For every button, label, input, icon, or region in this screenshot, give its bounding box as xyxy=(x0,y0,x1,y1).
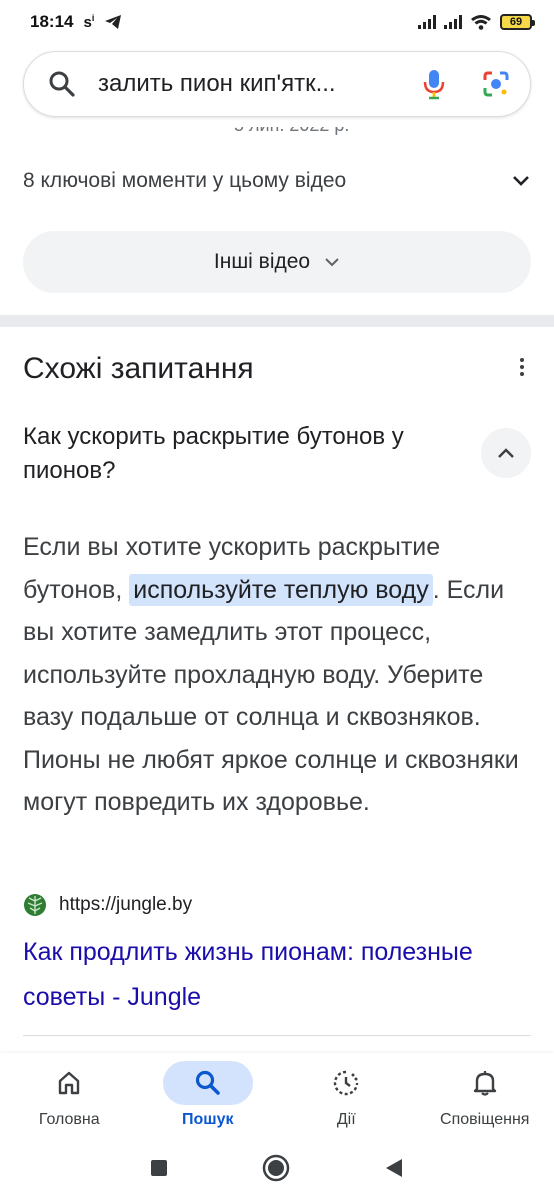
bell-icon xyxy=(473,1071,496,1096)
home-button-icon[interactable] xyxy=(262,1154,290,1182)
sim-icon: si xyxy=(83,13,95,31)
scrolled-date: 5 лип. 2022 р. xyxy=(0,127,554,137)
jungle-leaf-icon xyxy=(24,894,46,916)
search-icon xyxy=(195,1070,220,1095)
more-options-icon[interactable] xyxy=(515,356,529,378)
related-questions-title: Схожі запитання xyxy=(23,352,254,385)
divider xyxy=(23,1035,531,1036)
status-time: 18:14 xyxy=(30,12,74,31)
source-url: https://jungle.by xyxy=(59,894,193,915)
collapse-button[interactable] xyxy=(481,428,531,478)
signal-icon-2 xyxy=(444,15,462,29)
battery-level: 69 xyxy=(509,16,523,28)
section-divider xyxy=(0,315,554,327)
question-text[interactable]: Как ускорить раскрытие бутонов у пионов? xyxy=(23,420,423,488)
nav-activity[interactable]: Дії xyxy=(277,1053,416,1135)
mic-icon[interactable] xyxy=(422,68,446,100)
nav-home-label: Головна xyxy=(38,1111,100,1128)
answer-text: Если вы хотите ускорить раскрытие бутоно… xyxy=(23,526,535,824)
wifi-icon xyxy=(471,15,491,30)
signal-icon xyxy=(418,15,436,29)
back-icon[interactable] xyxy=(384,1157,404,1179)
lens-icon[interactable] xyxy=(482,70,510,98)
chevron-up-icon xyxy=(498,448,514,458)
source-row[interactable]: https://jungle.by xyxy=(23,893,192,917)
chevron-down-icon xyxy=(513,176,529,186)
more-videos-button[interactable]: Інші відео xyxy=(23,231,531,293)
telegram-icon xyxy=(105,15,122,29)
home-icon xyxy=(59,1071,80,1095)
battery-icon: 69 xyxy=(500,14,535,30)
more-videos-label: Інші відео xyxy=(213,250,311,273)
system-nav-bar xyxy=(0,1135,554,1200)
status-bar: 18:14 si 69 xyxy=(0,0,554,44)
key-moments-row[interactable]: 8 ключові моменти у цьому відео xyxy=(23,160,531,202)
search-input[interactable]: залить пион кип'ятк... xyxy=(98,70,398,98)
answer-part2: . Если вы хотите замедлить этот процесс,… xyxy=(23,575,519,817)
result-link[interactable]: Как продлить жизнь пионам: полезные сове… xyxy=(23,930,523,1020)
key-moments-label: 8 ключові моменти у цьому відео xyxy=(23,169,347,192)
scrolled-date-text: 5 лип. 2022 р. xyxy=(234,127,349,136)
bottom-nav: Головна Пошук Дії Сповіщення xyxy=(0,1053,554,1135)
search-icon xyxy=(49,71,75,97)
activity-icon xyxy=(334,1070,359,1096)
answer-highlight: используйте теплую воду xyxy=(129,573,433,606)
chevron-down-icon xyxy=(325,257,339,266)
nav-home[interactable]: Головна xyxy=(0,1053,139,1135)
nav-notifications[interactable]: Сповіщення xyxy=(416,1053,554,1135)
search-bar[interactable]: залить пион кип'ятк... xyxy=(23,51,531,117)
recent-apps-icon[interactable] xyxy=(150,1159,168,1177)
nav-search-label: Пошук xyxy=(181,1111,234,1128)
nav-notifications-label: Сповіщення xyxy=(440,1111,530,1128)
nav-activity-label: Дії xyxy=(336,1111,356,1128)
nav-search[interactable]: Пошук xyxy=(139,1053,278,1135)
